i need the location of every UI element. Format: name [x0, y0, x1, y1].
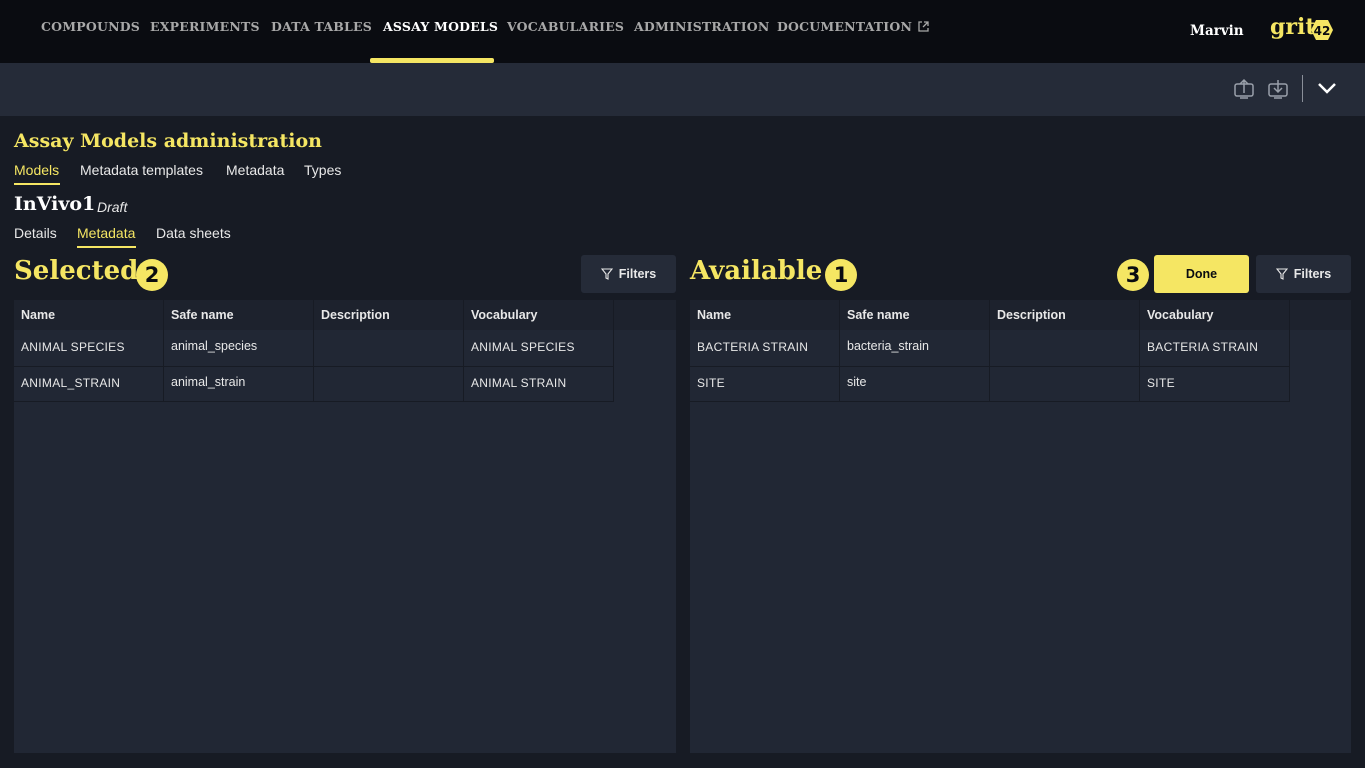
column-divider	[989, 300, 990, 402]
page-title: Assay Models administration	[14, 130, 322, 152]
column-divider	[1139, 300, 1140, 402]
selected-col-safe-name[interactable]: Safe name	[171, 308, 234, 322]
nav-item-experiments[interactable]: EXPERIMENTS	[150, 19, 260, 34]
tab-types[interactable]: Types	[304, 162, 341, 178]
nav-item-documentation[interactable]: DOCUMENTATION	[777, 19, 929, 34]
selected-col-vocabulary[interactable]: Vocabulary	[471, 308, 537, 322]
table-row-name[interactable]: BACTERIA STRAIN	[697, 340, 808, 354]
subtab-details[interactable]: Details	[14, 225, 57, 241]
model-status: Draft	[97, 199, 128, 215]
table-row-name[interactable]: SITE	[697, 376, 725, 390]
done-button[interactable]: Done	[1154, 255, 1249, 293]
nav-item-assay-models[interactable]: ASSAY MODELS	[383, 19, 498, 34]
top-navigation: COMPOUNDS EXPERIMENTS DATA TABLES ASSAY …	[0, 0, 1365, 63]
available-title: Available	[690, 256, 823, 286]
external-link-icon	[918, 21, 929, 32]
table-row-safe-name[interactable]: animal_species	[171, 339, 257, 353]
logo: grit	[1270, 14, 1316, 40]
column-divider	[839, 300, 840, 402]
row-divider	[690, 401, 1290, 402]
user-name[interactable]: Marvin	[1190, 23, 1244, 39]
row-divider	[14, 401, 614, 402]
logo-badge-icon: 42	[1311, 20, 1333, 40]
nav-item-administration[interactable]: ADMINISTRATION	[634, 19, 770, 34]
row-divider	[690, 366, 1290, 367]
chevron-down-icon[interactable]	[1316, 77, 1338, 99]
download-icon[interactable]	[1267, 78, 1289, 100]
table-row-name[interactable]: ANIMAL_STRAIN	[21, 376, 120, 390]
available-col-vocabulary[interactable]: Vocabulary	[1147, 308, 1213, 322]
table-row-safe-name[interactable]: bacteria_strain	[847, 339, 929, 353]
nav-item-vocabularies[interactable]: VOCABULARIES	[507, 19, 624, 34]
column-divider	[613, 300, 614, 402]
selected-filters-label: Filters	[618, 267, 657, 281]
available-col-name[interactable]: Name	[697, 308, 731, 322]
subtab-data-sheets[interactable]: Data sheets	[156, 225, 231, 241]
toolbar	[0, 63, 1365, 116]
selected-title: Selected	[14, 256, 139, 286]
column-divider	[313, 300, 314, 402]
logo-badge-text: 42	[1314, 24, 1331, 38]
table-row-vocabulary[interactable]: ANIMAL SPECIES	[471, 340, 575, 354]
table-row-vocabulary[interactable]: ANIMAL STRAIN	[471, 376, 566, 390]
available-filters-button[interactable]: Filters	[1256, 255, 1351, 293]
table-row-safe-name[interactable]: site	[847, 375, 866, 389]
model-name: InVivo1	[14, 193, 96, 215]
selected-filters-button[interactable]: Filters	[581, 255, 676, 293]
table-row-name[interactable]: ANIMAL SPECIES	[21, 340, 125, 354]
table-row-safe-name[interactable]: animal_strain	[171, 375, 245, 389]
upload-icon[interactable]	[1233, 78, 1255, 100]
toolbar-divider	[1302, 75, 1303, 102]
logo-text: grit	[1270, 14, 1316, 40]
available-filters-label: Filters	[1293, 267, 1332, 281]
column-divider	[463, 300, 464, 402]
row-divider	[14, 366, 614, 367]
tab-metadata-templates[interactable]: Metadata templates	[80, 162, 203, 178]
column-divider	[1289, 300, 1290, 402]
selected-col-description[interactable]: Description	[321, 308, 390, 322]
available-table: Name Safe name Description Vocabulary BA…	[690, 300, 1351, 753]
nav-item-documentation-label: DOCUMENTATION	[777, 19, 913, 34]
selected-marker: 2	[136, 259, 168, 291]
available-col-safe-name[interactable]: Safe name	[847, 308, 910, 322]
subtab-metadata[interactable]: Metadata	[77, 225, 135, 241]
subtab-metadata-indicator	[77, 246, 136, 248]
available-col-description[interactable]: Description	[997, 308, 1066, 322]
selected-col-name[interactable]: Name	[21, 308, 55, 322]
selected-table: Name Safe name Description Vocabulary AN…	[14, 300, 676, 753]
column-divider	[163, 300, 164, 402]
done-marker: 3	[1117, 259, 1149, 291]
tab-models-indicator	[14, 183, 60, 185]
table-row-vocabulary[interactable]: BACTERIA STRAIN	[1147, 340, 1258, 354]
nav-item-data-tables[interactable]: DATA TABLES	[271, 19, 372, 34]
filter-icon	[600, 268, 613, 280]
table-row-vocabulary[interactable]: SITE	[1147, 376, 1175, 390]
tab-metadata[interactable]: Metadata	[226, 162, 284, 178]
available-marker: 1	[825, 259, 857, 291]
nav-item-compounds[interactable]: COMPOUNDS	[41, 19, 140, 34]
tab-models[interactable]: Models	[14, 162, 59, 178]
filter-icon	[1275, 268, 1288, 280]
